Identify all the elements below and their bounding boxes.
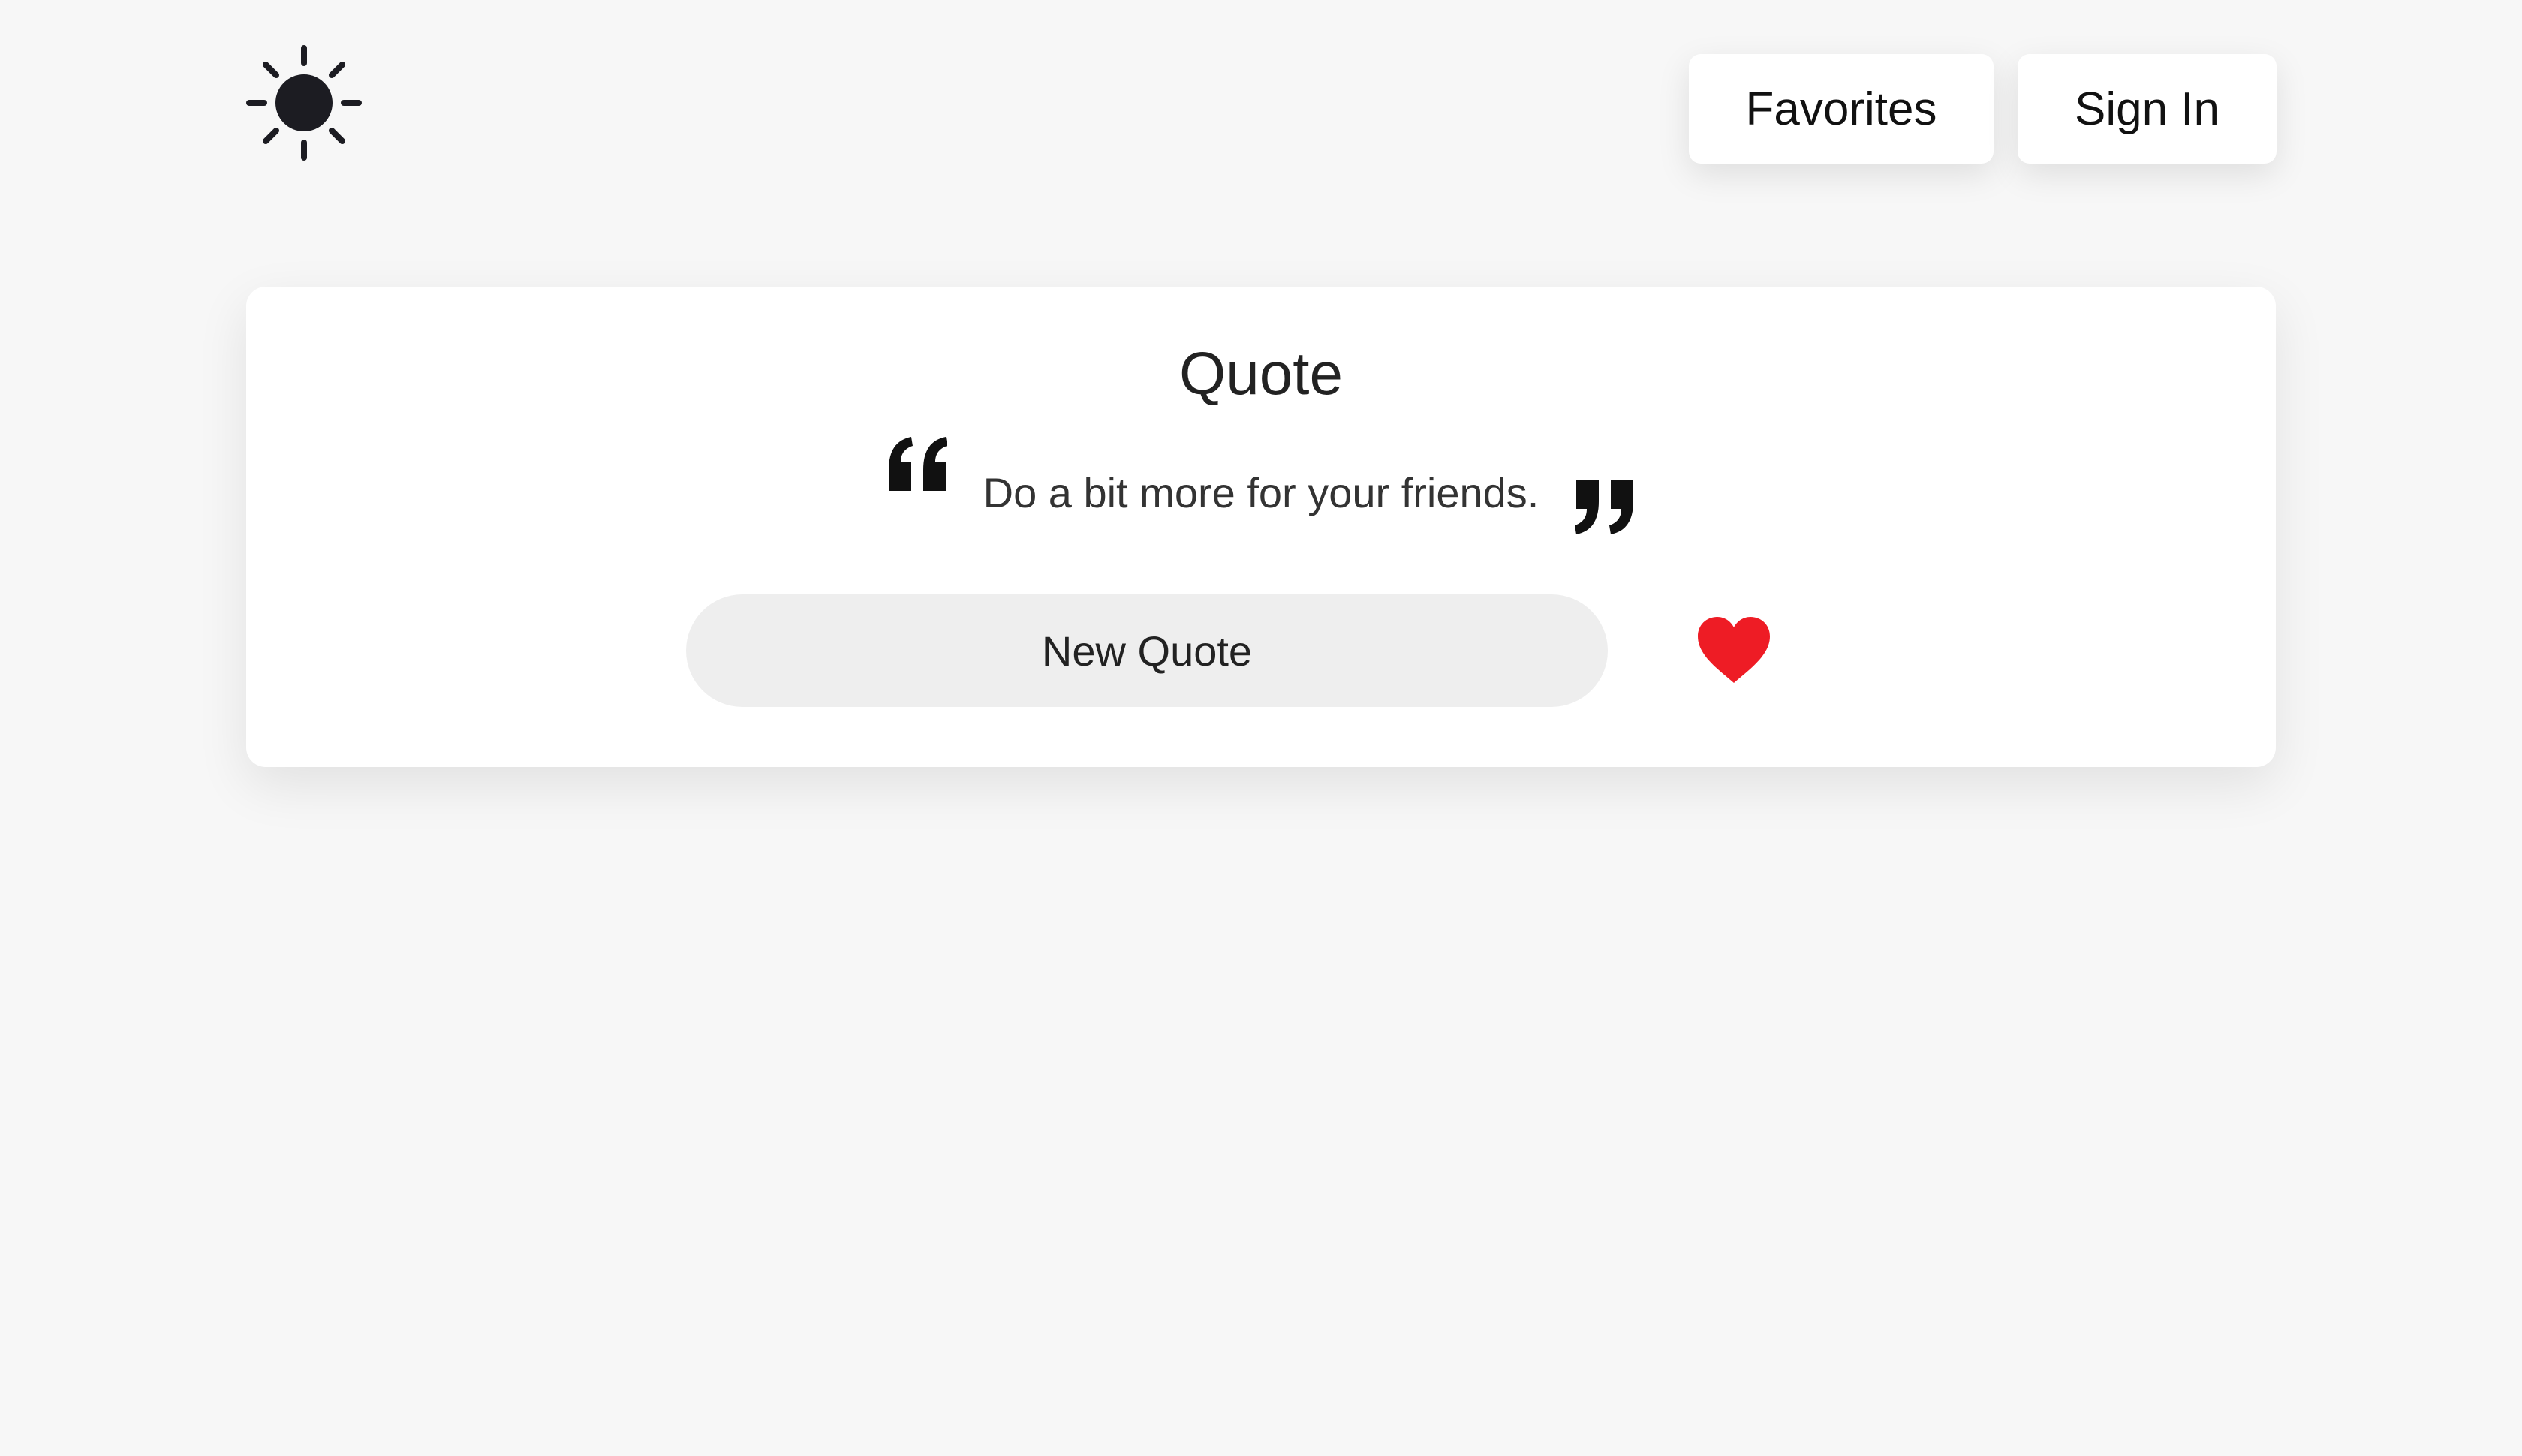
- top-nav: Favorites Sign In: [1689, 54, 2277, 164]
- sun-icon: [246, 45, 362, 161]
- quote-title: Quote: [1179, 340, 1343, 407]
- open-quote-icon: [888, 437, 947, 491]
- close-quote-icon: [1575, 480, 1634, 534]
- new-quote-button[interactable]: New Quote: [686, 594, 1608, 707]
- quote-row: Do a bit more for your friends.: [246, 437, 2276, 549]
- sign-in-button[interactable]: Sign In: [2018, 54, 2277, 164]
- theme-toggle-button[interactable]: [245, 44, 363, 162]
- quote-card: Quote Do a bit more for your friends. Ne…: [246, 287, 2276, 767]
- favorites-button[interactable]: Favorites: [1689, 54, 1994, 164]
- favorite-button[interactable]: [1695, 614, 1773, 686]
- quote-text: Do a bit more for your friends.: [983, 469, 1539, 516]
- heart-icon: [1698, 617, 1770, 683]
